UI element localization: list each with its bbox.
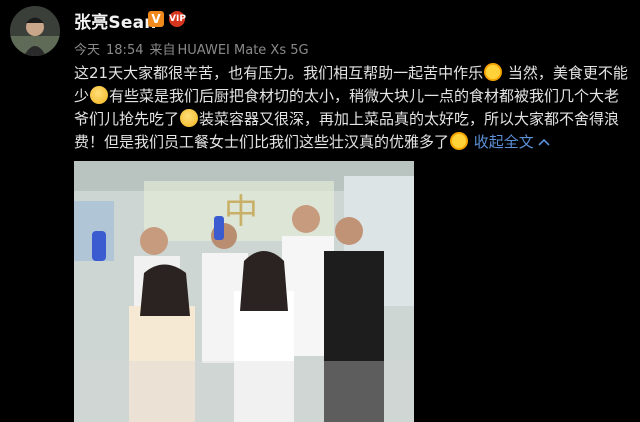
- collapse-text-link[interactable]: 收起全文: [474, 133, 550, 151]
- post-meta: 今天 18:54 来自 HUAWEI Mate Xs 5G: [74, 39, 315, 58]
- drooling-emoji-icon: [90, 86, 109, 104]
- username[interactable]: 张亮Sean: [74, 8, 157, 33]
- vip-badge-icon: VIP: [169, 11, 186, 27]
- avatar[interactable]: [10, 6, 60, 56]
- post-device[interactable]: HUAWEI Mate Xs 5G: [178, 43, 309, 58]
- grimace-emoji-icon: [180, 109, 199, 127]
- sun-emoji-icon: [450, 132, 469, 150]
- post-photo[interactable]: 中: [74, 161, 414, 422]
- post-text: 这21天大家都很辛苦，也有压力。我们相互帮助一起苦中作乐 当然，美食更不能少 有些…: [74, 62, 630, 154]
- sun-emoji-icon: [484, 63, 503, 81]
- verified-badge-icon: V: [148, 11, 164, 27]
- post-date: 今天: [74, 43, 101, 58]
- chevron-up-icon: [538, 138, 550, 146]
- post-source-prefix: 来自: [149, 43, 176, 58]
- post-time: 18:54: [106, 43, 144, 58]
- post-text-1: 这21天大家都很辛苦，也有压力。我们相互帮助一起苦中作乐: [74, 64, 484, 82]
